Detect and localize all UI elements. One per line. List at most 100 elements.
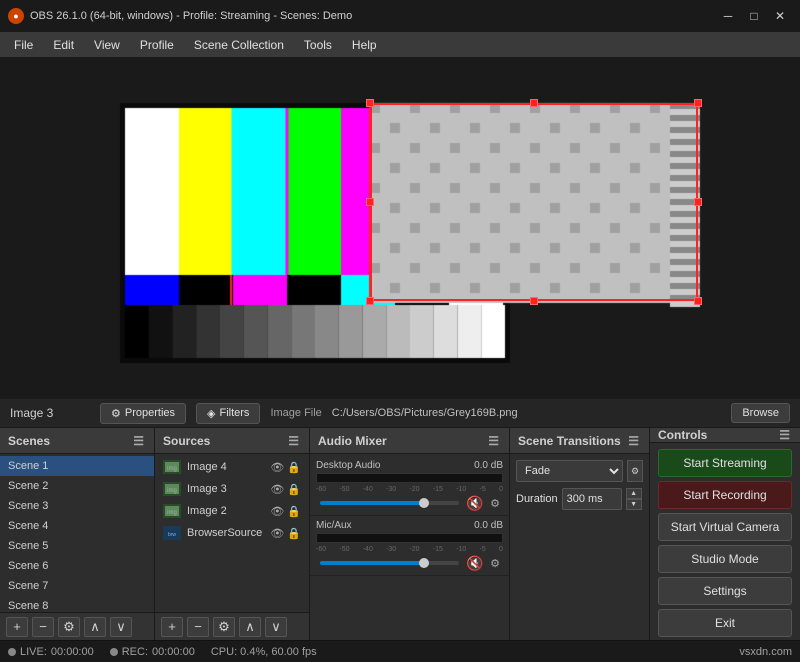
- source-name-label: Image 4: [187, 461, 264, 473]
- filters-button[interactable]: ◈ Filters: [196, 403, 260, 424]
- audio-volume-slider[interactable]: [320, 561, 459, 565]
- source-action-icons: 👁🔒: [270, 527, 301, 540]
- source-lock-icon[interactable]: 🔒: [287, 505, 301, 518]
- source-item[interactable]: imgImage 3👁🔒: [155, 478, 309, 500]
- preview-canvas[interactable]: [0, 58, 800, 398]
- selected-source-name: Image 3: [10, 406, 90, 420]
- transitions-menu-icon[interactable]: ☰: [626, 434, 641, 448]
- audio-mute-icon[interactable]: 🔇: [467, 495, 483, 511]
- titlebar-left: ● OBS 26.1.0 (64-bit, windows) - Profile…: [8, 8, 352, 24]
- image-file-label: Image File: [270, 407, 321, 419]
- audio-controls-row: 🔇 ⚙: [316, 555, 503, 571]
- preview-area: [0, 58, 800, 398]
- scenes-menu-icon[interactable]: ☰: [131, 434, 146, 448]
- source-lock-icon[interactable]: 🔒: [287, 461, 301, 474]
- source-item[interactable]: imgImage 4👁🔒: [155, 456, 309, 478]
- menubar: File Edit View Profile Scene Collection …: [0, 32, 800, 58]
- gear-icon: ⚙: [111, 407, 121, 420]
- menu-edit[interactable]: Edit: [43, 35, 84, 55]
- audio-controls-row: 🔇 ⚙: [316, 495, 503, 511]
- transitions-panel-header: Scene Transitions ☰: [510, 428, 649, 454]
- audio-db: 0.0 dB: [474, 520, 503, 531]
- cpu-status: CPU: 0.4%, 60.00 fps: [211, 646, 317, 658]
- scenes-settings-button[interactable]: ⚙: [58, 617, 80, 637]
- audio-level-ticks: -60-50-40-30-20-15-10-50: [316, 486, 503, 493]
- settings-button[interactable]: Settings: [658, 577, 792, 605]
- audio-settings-icon[interactable]: ⚙: [487, 495, 503, 511]
- audio-slider-thumb[interactable]: [419, 498, 429, 508]
- scene-item[interactable]: Scene 5: [0, 536, 154, 556]
- controls-menu-icon[interactable]: ☰: [777, 428, 792, 442]
- add-source-button[interactable]: +: [161, 617, 183, 637]
- start-streaming-button[interactable]: Start Streaming: [658, 449, 792, 477]
- scene-transitions-panel: Scene Transitions ☰ Fade Cut Swipe Slide…: [510, 428, 650, 640]
- sources-settings-button[interactable]: ⚙: [213, 617, 235, 637]
- live-status: LIVE: 00:00:00: [8, 646, 94, 658]
- scene-item[interactable]: Scene 4: [0, 516, 154, 536]
- audio-mute-icon[interactable]: 🔇: [467, 555, 483, 571]
- source-visibility-icon[interactable]: 👁: [270, 527, 284, 540]
- source-lock-icon[interactable]: 🔒: [287, 527, 301, 540]
- virtual-camera-button[interactable]: Start Virtual Camera: [658, 513, 792, 541]
- remove-scene-button[interactable]: −: [32, 617, 54, 637]
- menu-profile[interactable]: Profile: [130, 35, 184, 55]
- duration-down-button[interactable]: ▼: [626, 499, 642, 510]
- sources-menu-icon[interactable]: ☰: [286, 434, 301, 448]
- scene-up-button[interactable]: ∧: [84, 617, 106, 637]
- scene-item[interactable]: Scene 6: [0, 556, 154, 576]
- browse-button[interactable]: Browse: [731, 403, 790, 423]
- audio-menu-icon[interactable]: ☰: [486, 434, 501, 448]
- scenes-list: Scene 1Scene 2Scene 3Scene 4Scene 5Scene…: [0, 454, 154, 612]
- source-action-icons: 👁🔒: [270, 505, 301, 518]
- source-lock-icon[interactable]: 🔒: [287, 483, 301, 496]
- properties-button[interactable]: ⚙ Properties: [100, 403, 186, 424]
- audio-slider-fill: [320, 501, 424, 505]
- rec-label: REC:: [122, 646, 148, 658]
- transition-type-select[interactable]: Fade Cut Swipe Slide Stinger Luma Wipe: [516, 460, 623, 482]
- duration-spinner: ▲ ▼: [626, 488, 642, 510]
- maximize-button[interactable]: □: [742, 6, 766, 26]
- duration-up-button[interactable]: ▲: [626, 488, 642, 499]
- source-item[interactable]: imgImage 2👁🔒: [155, 500, 309, 522]
- menu-tools[interactable]: Tools: [294, 35, 342, 55]
- menu-view[interactable]: View: [84, 35, 130, 55]
- menu-scene-collection[interactable]: Scene Collection: [184, 35, 294, 55]
- audio-level-bar: [316, 473, 503, 483]
- audio-channel-1: Mic/Aux 0.0 dB -60-50-40-30-20-15-10-50 …: [310, 516, 509, 576]
- source-visibility-icon[interactable]: 👁: [270, 505, 284, 518]
- scene-item[interactable]: Scene 3: [0, 496, 154, 516]
- add-scene-button[interactable]: +: [6, 617, 28, 637]
- sources-list: imgImage 4👁🔒imgImage 3👁🔒imgImage 2👁🔒brwB…: [155, 454, 309, 612]
- source-action-icons: 👁🔒: [270, 461, 301, 474]
- scene-item[interactable]: Scene 2: [0, 476, 154, 496]
- statusbar: LIVE: 00:00:00 REC: 00:00:00 CPU: 0.4%, …: [0, 640, 800, 662]
- audio-volume-slider[interactable]: [320, 501, 459, 505]
- titlebar: ● OBS 26.1.0 (64-bit, windows) - Profile…: [0, 0, 800, 32]
- source-up-button[interactable]: ∧: [239, 617, 261, 637]
- source-item[interactable]: brwBrowserSource👁🔒: [155, 522, 309, 544]
- scene-item[interactable]: Scene 1: [0, 456, 154, 476]
- scene-item[interactable]: Scene 7: [0, 576, 154, 596]
- sources-panel-header: Sources ☰: [155, 428, 309, 454]
- remove-source-button[interactable]: −: [187, 617, 209, 637]
- transition-gear-button[interactable]: ⚙: [627, 460, 643, 482]
- audio-slider-thumb[interactable]: [419, 558, 429, 568]
- studio-mode-button[interactable]: Studio Mode: [658, 545, 792, 573]
- obs-icon: ●: [8, 8, 24, 24]
- source-thumbnail: img: [163, 482, 181, 496]
- menu-help[interactable]: Help: [342, 35, 387, 55]
- exit-button[interactable]: Exit: [658, 609, 792, 637]
- source-visibility-icon[interactable]: 👁: [270, 461, 284, 474]
- audio-channel-name: Mic/Aux 0.0 dB: [316, 520, 503, 531]
- scene-down-button[interactable]: ∨: [110, 617, 132, 637]
- scene-item[interactable]: Scene 8: [0, 596, 154, 612]
- source-down-button[interactable]: ∨: [265, 617, 287, 637]
- duration-input[interactable]: [562, 488, 622, 510]
- minimize-button[interactable]: ─: [716, 6, 740, 26]
- close-button[interactable]: ✕: [768, 6, 792, 26]
- source-visibility-icon[interactable]: 👁: [270, 483, 284, 496]
- start-recording-button[interactable]: Start Recording: [658, 481, 792, 509]
- audio-settings-icon[interactable]: ⚙: [487, 555, 503, 571]
- filter-icon: ◈: [207, 407, 215, 420]
- menu-file[interactable]: File: [4, 35, 43, 55]
